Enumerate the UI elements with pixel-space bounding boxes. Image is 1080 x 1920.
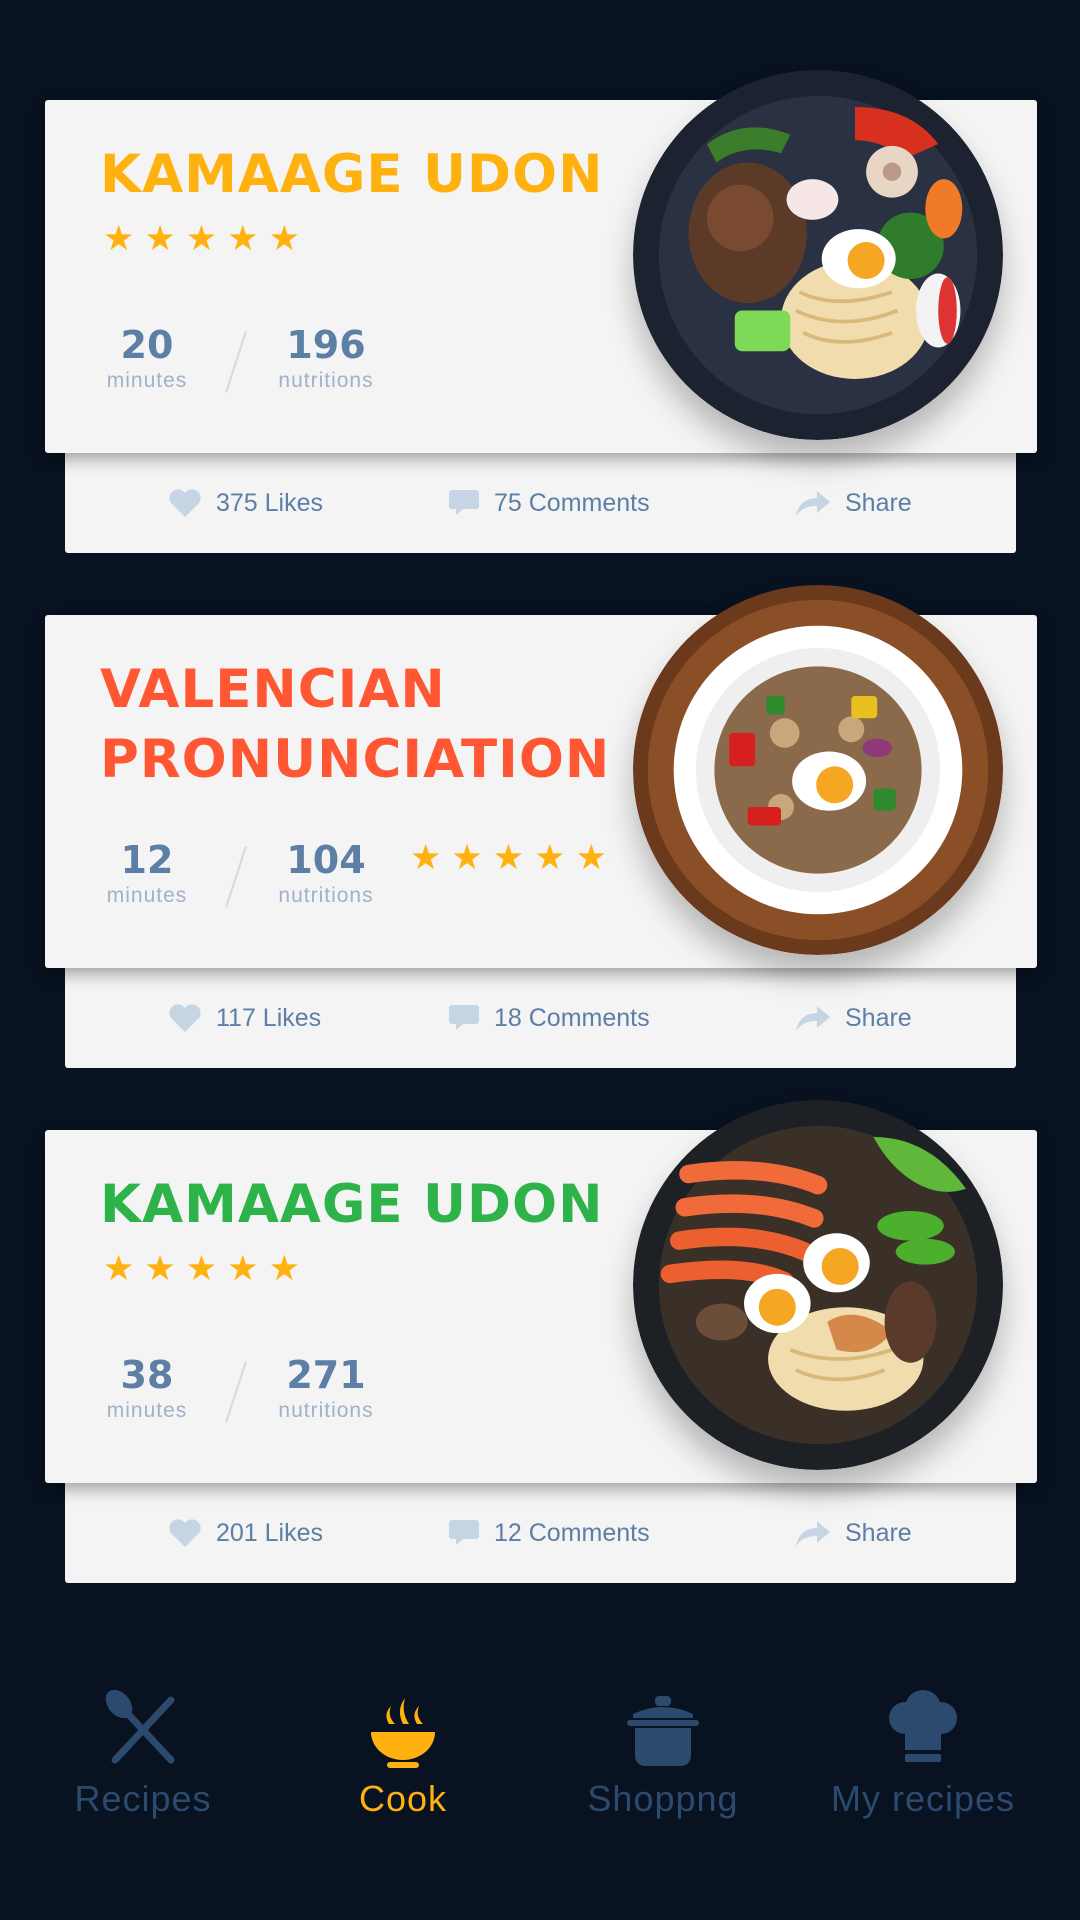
recipe-title[interactable]: KAMAAGE UDON <box>100 140 620 210</box>
heart-icon <box>169 489 201 517</box>
likes-count: 375 Likes <box>216 488 324 517</box>
udon-bowl-image[interactable] <box>633 70 1003 440</box>
likes-count: 117 Likes <box>216 1003 322 1032</box>
minutes-label: minutes <box>106 1399 188 1422</box>
recipe-card-body[interactable]: VALENCIAN PRONUNCIATION ★ ★ ★ ★ ★ 12 min… <box>45 585 1037 968</box>
comments-count: 12 Comments <box>494 1518 650 1547</box>
share-icon <box>796 1521 830 1546</box>
comments-button[interactable]: 12 Comments <box>448 1483 650 1583</box>
share-label: Share <box>845 1003 912 1032</box>
nutritions-value: 196 <box>286 323 366 367</box>
nutritions-stat: 196 nutritions <box>266 322 386 394</box>
minutes-value: 12 <box>120 838 174 882</box>
star-icon: ★ <box>492 838 525 878</box>
star-icon: ★ <box>103 1249 135 1289</box>
comment-icon <box>449 1520 479 1545</box>
recipe-card-body[interactable]: KAMAAGE UDON ★ ★ ★ ★ ★ 20 minutes 196 nu… <box>45 70 1037 453</box>
star-icon: ★ <box>103 219 135 259</box>
bottom-tab-bar: Recipes Cook Shoppng My recipes <box>0 1660 1080 1920</box>
minutes-stat: 38 minutes <box>87 1352 207 1424</box>
tab-label: Recipes <box>74 1778 212 1819</box>
minutes-label: minutes <box>106 369 188 392</box>
comment-icon <box>449 1005 479 1030</box>
heart-icon <box>169 1004 201 1032</box>
nutritions-stat: 104 nutritions <box>266 837 386 909</box>
nutritions-label: nutritions <box>278 369 374 392</box>
likes-button[interactable]: 201 Likes <box>168 1483 323 1583</box>
likes-button[interactable]: 117 Likes <box>168 968 321 1068</box>
minutes-value: 38 <box>120 1353 174 1397</box>
recipe-feed-screen: KAMAAGE UDON ★ ★ ★ ★ ★ 20 minutes 196 nu… <box>0 0 1080 1920</box>
comment-icon <box>449 490 479 515</box>
share-button[interactable]: Share <box>795 968 912 1068</box>
rating-stars: ★ ★ ★ ★ ★ <box>103 1252 300 1287</box>
recipe-card-footer: 117 Likes 18 Comments Share <box>65 968 1016 1068</box>
star-icon: ★ <box>534 838 566 878</box>
tab-label: Shoppng <box>587 1778 739 1819</box>
comments-button[interactable]: 18 Comments <box>448 968 650 1068</box>
likes-count: 201 Likes <box>216 1518 324 1547</box>
cooking-pan-icon <box>353 1680 453 1780</box>
comments-count: 75 Comments <box>494 488 650 517</box>
nutritions-stat: 271 nutritions <box>266 1352 386 1424</box>
recipe-card-footer: 201 Likes 12 Comments Share <box>65 1483 1016 1583</box>
star-icon: ★ <box>410 838 442 878</box>
star-icon: ★ <box>185 1249 218 1289</box>
nutritions-label: nutritions <box>278 1399 374 1422</box>
chef-hat-icon <box>873 1680 973 1780</box>
tab-label: Cook <box>358 1778 448 1819</box>
star-icon: ★ <box>185 219 218 259</box>
pot-icon <box>613 1680 713 1780</box>
nutritions-value: 271 <box>286 1353 366 1397</box>
share-button[interactable]: Share <box>795 1483 912 1583</box>
comments-count: 18 Comments <box>494 1003 650 1032</box>
recipe-title[interactable]: VALENCIAN PRONUNCIATION <box>100 655 620 795</box>
share-button[interactable]: Share <box>795 453 912 553</box>
rating-stars: ★ ★ ★ ★ ★ <box>103 222 300 257</box>
minutes-label: minutes <box>106 884 188 907</box>
rating-stars: ★ ★ ★ ★ ★ <box>410 841 607 876</box>
nutritions-label: nutritions <box>278 884 374 907</box>
nutritions-value: 104 <box>286 838 366 882</box>
share-label: Share <box>845 488 912 517</box>
stat-divider <box>225 846 247 908</box>
star-icon: ★ <box>227 1249 259 1289</box>
star-icon: ★ <box>268 219 300 259</box>
star-icon: ★ <box>575 838 607 878</box>
share-icon <box>796 491 830 516</box>
stat-divider <box>225 1361 247 1423</box>
tab-label: My recipes <box>830 1778 1016 1819</box>
rice-bowl-image[interactable] <box>633 585 1003 955</box>
share-label: Share <box>845 1518 912 1547</box>
share-icon <box>796 1006 830 1031</box>
star-icon: ★ <box>451 838 483 878</box>
shrimp-ramen-image[interactable] <box>633 1100 1003 1470</box>
recipe-title[interactable]: KAMAAGE UDON <box>100 1170 620 1240</box>
star-icon: ★ <box>144 219 176 259</box>
star-icon: ★ <box>227 219 259 259</box>
likes-button[interactable]: 375 Likes <box>168 453 323 553</box>
recipe-card-body[interactable]: KAMAAGE UDON ★ ★ ★ ★ ★ 38 minutes 271 nu… <box>45 1100 1037 1483</box>
star-icon: ★ <box>144 1249 176 1289</box>
recipe-card-footer: 375 Likes 75 Comments Share <box>65 453 1016 553</box>
stat-divider <box>225 331 247 393</box>
fork-knife-icon <box>93 1680 193 1780</box>
star-icon: ★ <box>268 1249 300 1289</box>
minutes-value: 20 <box>120 323 174 367</box>
minutes-stat: 12 minutes <box>87 837 207 909</box>
heart-icon <box>169 1519 201 1547</box>
minutes-stat: 20 minutes <box>87 322 207 394</box>
comments-button[interactable]: 75 Comments <box>448 453 650 553</box>
